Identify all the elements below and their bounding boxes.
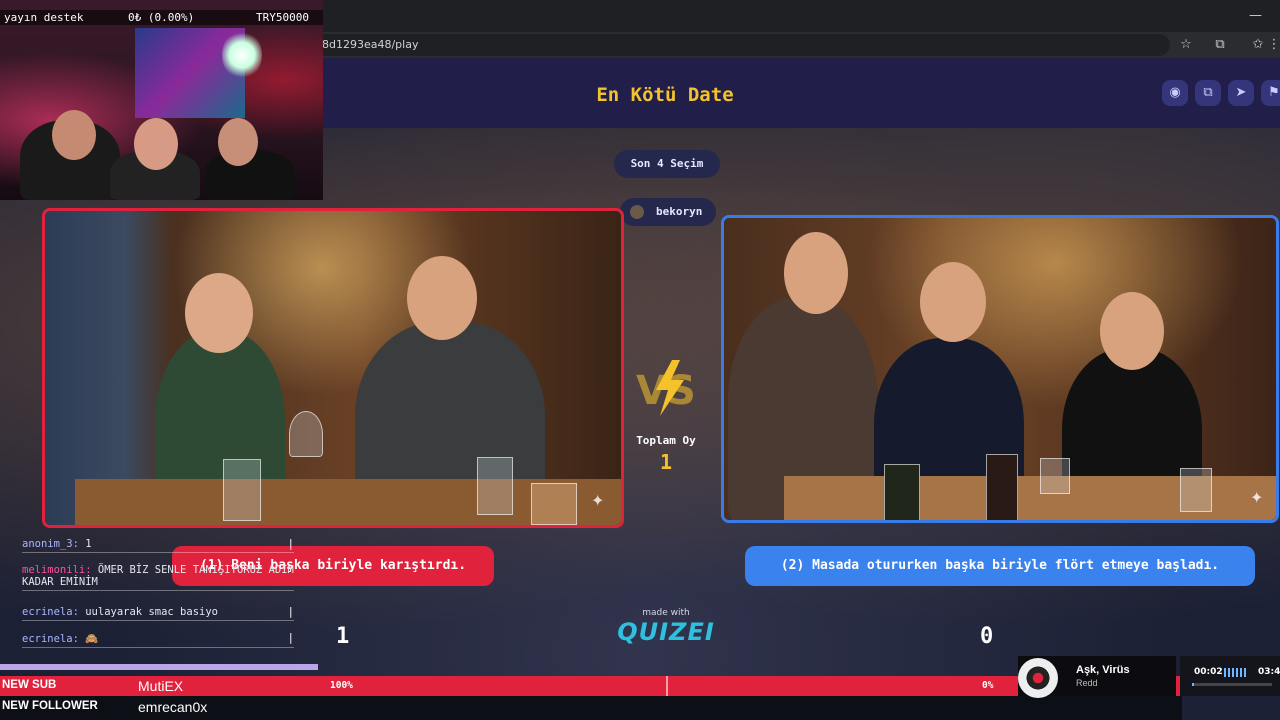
sparkle-icon: ✦	[591, 491, 605, 510]
chat-divider: |	[287, 538, 294, 550]
brand-logo[interactable]: QUIZEI	[610, 618, 722, 646]
star-icon[interactable]: ☆	[1178, 37, 1194, 53]
chat-message: melimonili: ÖMER BİZ SENLE TANIŞIYORUZ A…	[22, 564, 294, 591]
donation-bar: yayın destek 0₺ (0.00%) TRY50000	[0, 10, 323, 25]
vs-logo: VS	[636, 360, 696, 416]
chat-user: ecrinela:	[22, 633, 79, 645]
option-2-button[interactable]: (2) Masada otururken başka biriyle flört…	[745, 546, 1255, 586]
chat-divider: |	[287, 632, 294, 644]
new-sub-label: NEW SUB	[2, 679, 57, 691]
chat-message: ecrinela: 🙈 |	[22, 632, 294, 648]
made-with-label: made with	[642, 608, 690, 618]
recent-choices-button[interactable]: Son 4 Seçim	[614, 150, 720, 178]
song-title: Aşk, Virüs	[1076, 664, 1130, 676]
option-1-image: ✦	[45, 211, 621, 525]
new-follower-name: emrecan0x	[138, 699, 208, 715]
new-follower-label: NEW FOLLOWER	[2, 700, 98, 712]
address-bar[interactable]	[310, 34, 1170, 56]
new-sub-name: MutiEX	[138, 678, 184, 694]
vinyl-icon	[1018, 658, 1058, 698]
avatar	[630, 205, 644, 219]
now-playing: Aşk, Virüs Redd	[1018, 656, 1176, 698]
url-text[interactable]: 8d1293ea48/play	[322, 38, 418, 51]
chat-user: anonim_3:	[22, 538, 79, 550]
donation-goal: TRY50000	[256, 11, 309, 24]
total-votes-label: Toplam Oy	[636, 434, 696, 447]
progress-bar	[1192, 683, 1272, 686]
page-title: En Kötü Date	[596, 84, 734, 106]
eye-icon[interactable]: ◉	[1162, 80, 1188, 106]
option-1-percent: 100%	[330, 680, 353, 691]
song-artist: Redd	[1076, 678, 1098, 688]
equalizer-icon	[1224, 668, 1246, 677]
option-1-score: 1	[336, 624, 350, 649]
donation-label: yayın destek	[4, 11, 84, 24]
progress-fill	[1192, 683, 1194, 686]
chat-text: 🙈	[78, 633, 99, 645]
sparkle-icon: ✦	[1250, 488, 1264, 507]
lamp	[222, 30, 262, 80]
current-user-name: bekoryn	[656, 205, 703, 218]
time-total: 03:49	[1258, 667, 1280, 677]
chat-divider: |	[287, 606, 294, 618]
chat-text: 1	[78, 538, 92, 550]
chat-message: ecrinela: uulayarak smac basiyo |	[22, 606, 294, 621]
webcam-overlay: yayın destek 0₺ (0.00%) TRY50000	[0, 0, 323, 200]
option-2-image: ✦	[724, 218, 1276, 520]
option-1-card[interactable]: ✦	[42, 208, 624, 528]
chat-user: melimonili:	[22, 564, 92, 576]
bookmark-icon[interactable]: ✩	[1250, 37, 1266, 53]
menu-icon[interactable]: ⋮	[1266, 37, 1280, 53]
minimize-icon[interactable]: —	[1249, 8, 1262, 23]
chat-user: ecrinela:	[22, 606, 79, 618]
flag-icon[interactable]: ⚑	[1261, 80, 1280, 106]
alert-accent-bar	[0, 664, 318, 670]
new-sub-strip: NEW SUB MutiEX	[0, 676, 1182, 696]
donation-progress: 0₺ (0.00%)	[128, 11, 195, 24]
option-2-score: 0	[980, 624, 994, 649]
send-icon[interactable]: ➤	[1228, 80, 1254, 106]
option-2-percent: 0%	[982, 680, 994, 691]
option-2-card[interactable]: ✦	[721, 215, 1279, 523]
total-votes-value: 1	[659, 450, 673, 474]
chat-message: anonim_3: 1 |	[22, 538, 294, 553]
extension-icon[interactable]: ⧉	[1212, 37, 1228, 53]
audio-player: 00:02 03:49	[1180, 656, 1280, 696]
new-follower-strip: NEW FOLLOWER emrecan0x	[0, 696, 1182, 720]
time-current: 00:02	[1194, 667, 1223, 677]
chat-text: uulayarak smac basiyo	[78, 606, 218, 618]
copy-icon[interactable]: ⧉	[1195, 80, 1221, 106]
current-user-badge: bekoryn	[620, 198, 716, 226]
